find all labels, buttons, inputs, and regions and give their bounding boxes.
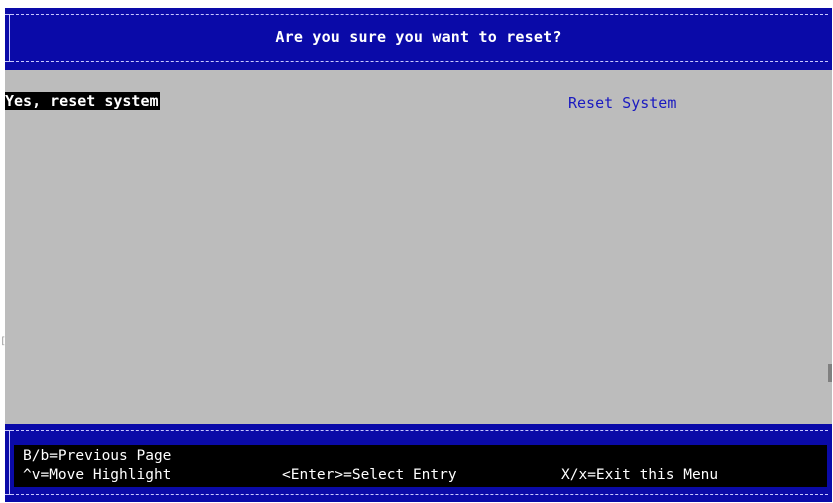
previous-page-hint: B/b=Previous Page [23, 448, 172, 464]
title-bar: Are you sure you want to reset? [5, 8, 832, 70]
move-highlight-hint: ^v=Move Highlight [23, 467, 172, 483]
scrollbar-thumb[interactable] [828, 364, 832, 382]
key-help-footer: B/b=Previous Page ^v=Move Highlight <Ent… [5, 424, 832, 502]
footer-top-border-line [11, 430, 828, 431]
bios-screen: Are you sure you want to reset? Yes, res… [5, 8, 832, 502]
select-entry-hint: <Enter>=Select Entry [282, 467, 457, 483]
key-help-panel: B/b=Previous Page ^v=Move Highlight <Ent… [14, 445, 827, 487]
option-help-text: Reset System [568, 94, 677, 112]
footer-left-border-line [9, 431, 10, 494]
footer-bottom-border-line [11, 494, 828, 495]
top-border-line [11, 14, 828, 15]
exit-menu-hint: X/x=Exit this Menu [561, 467, 719, 483]
title-bottom-border-line [11, 61, 828, 62]
dialog-title: Are you sure you want to reset? [275, 28, 562, 46]
reset-system-option[interactable]: Yes, reset system [5, 92, 160, 110]
